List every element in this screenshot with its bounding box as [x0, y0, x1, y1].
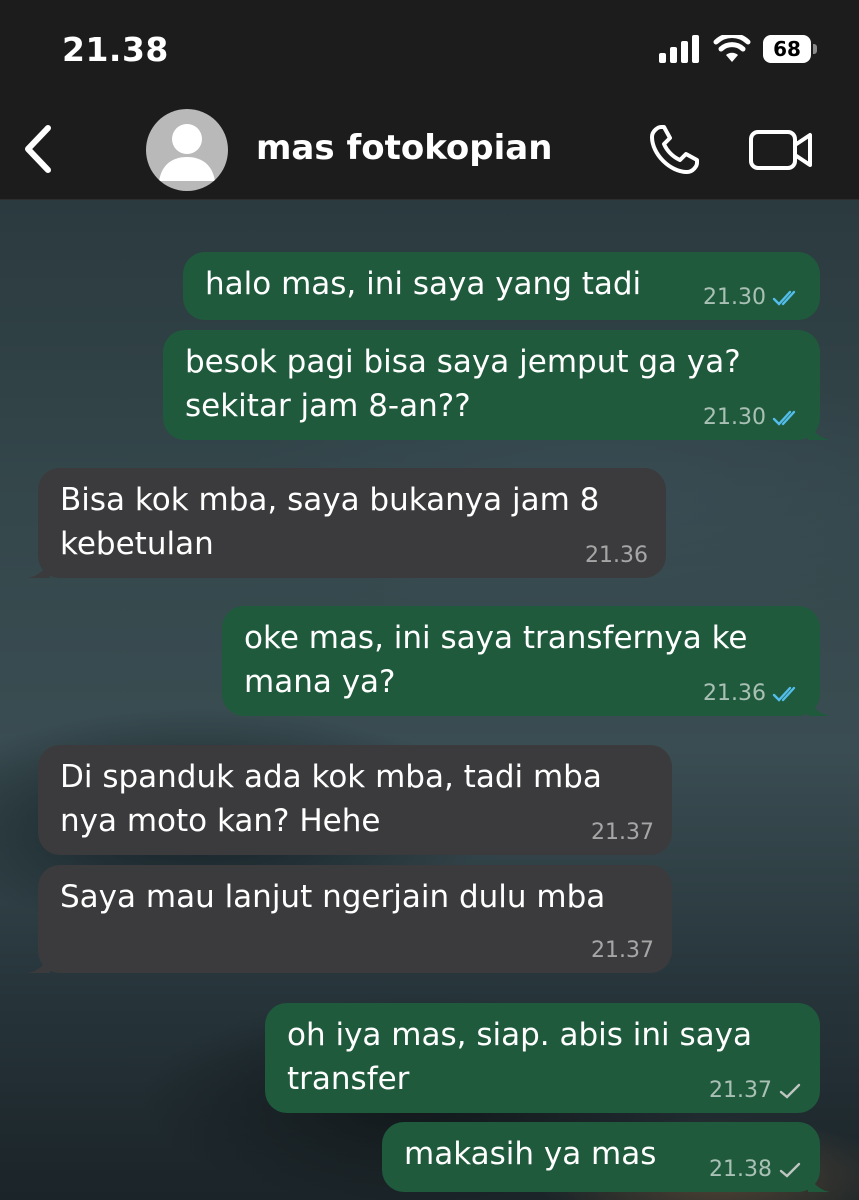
wifi-icon — [713, 35, 751, 62]
cellular-signal-icon — [659, 35, 699, 63]
status-time: 21.38 — [62, 30, 169, 69]
status-bar: 21.38 68 — [0, 0, 859, 100]
message-bubble-outgoing[interactable]: besok pagi bisa saya jemput ga ya? sekit… — [163, 330, 830, 440]
message-meta: 21.30 — [703, 284, 802, 312]
message-time: 21.30 — [703, 285, 766, 310]
message-time: 21.38 — [709, 1157, 772, 1182]
video-camera-icon — [749, 130, 812, 170]
message-bubble-outgoing[interactable]: oke mas, ini saya transfernya ke mana ya… — [222, 606, 830, 716]
message-bubble-incoming[interactable]: Saya mau lanjut ngerjain dulu mba 21.37 — [28, 865, 672, 973]
message-bubble-outgoing[interactable]: makasih ya mas 21.38 — [382, 1122, 830, 1192]
message-meta: 21.38 — [709, 1156, 802, 1184]
check-sent-icon — [779, 1162, 801, 1178]
message-text: Saya mau lanjut ngerjain dulu mba — [60, 879, 606, 915]
voice-call-button[interactable] — [646, 122, 702, 178]
message-meta: 21.37 — [591, 819, 654, 847]
person-placeholder-icon — [159, 124, 215, 181]
message-meta: 21.36 — [585, 542, 648, 570]
bubble-tail — [808, 1172, 830, 1192]
double-check-read-icon — [772, 290, 796, 306]
message-time: 21.36 — [585, 543, 648, 568]
message-bubble-outgoing[interactable]: oh iya mas, siap. abis ini saya transfer… — [265, 1003, 820, 1113]
bubble-tail — [808, 696, 830, 716]
battery-icon: 68 — [763, 35, 819, 63]
chat-header: mas fotokopian — [0, 100, 859, 200]
bubble-tail — [28, 558, 50, 578]
bubble-tail — [28, 953, 50, 973]
message-meta: 21.30 — [703, 404, 802, 432]
double-check-read-icon — [772, 410, 796, 426]
message-meta: 21.37 — [591, 937, 654, 965]
message-bubble-incoming[interactable]: Bisa kok mba, saya bukanya jam 8 kebetul… — [28, 468, 666, 578]
message-text: Di spanduk ada kok mba, tadi mba nya mot… — [60, 759, 602, 839]
message-bubble-outgoing[interactable]: halo mas, ini saya yang tadi 21.30 — [183, 252, 820, 320]
message-meta: 21.36 — [703, 680, 802, 708]
back-button[interactable] — [16, 122, 60, 176]
bubble-tail — [808, 420, 830, 440]
check-sent-icon — [779, 1083, 801, 1099]
chevron-left-icon — [25, 125, 51, 173]
avatar[interactable] — [146, 109, 228, 191]
message-time: 21.37 — [591, 820, 654, 845]
message-time: 21.30 — [703, 405, 766, 430]
status-indicators: 68 — [659, 32, 819, 66]
message-time: 21.37 — [591, 938, 654, 963]
video-call-button[interactable] — [748, 124, 814, 176]
chat-area[interactable]: halo mas, ini saya yang tadi 21.30 besok… — [0, 200, 859, 1200]
phone-icon — [650, 125, 699, 174]
message-time: 21.37 — [709, 1078, 772, 1103]
double-check-read-icon — [772, 686, 796, 702]
message-time: 21.36 — [703, 681, 766, 706]
chat-screen: 21.38 68 mas fotokopian halo mas, ini sa… — [0, 0, 859, 1200]
battery-percent: 68 — [773, 37, 801, 61]
message-meta: 21.37 — [709, 1077, 802, 1105]
message-text: Bisa kok mba, saya bukanya jam 8 kebetul… — [60, 482, 600, 562]
message-bubble-incoming[interactable]: Di spanduk ada kok mba, tadi mba nya mot… — [38, 745, 672, 855]
contact-name[interactable]: mas fotokopian — [256, 128, 552, 168]
